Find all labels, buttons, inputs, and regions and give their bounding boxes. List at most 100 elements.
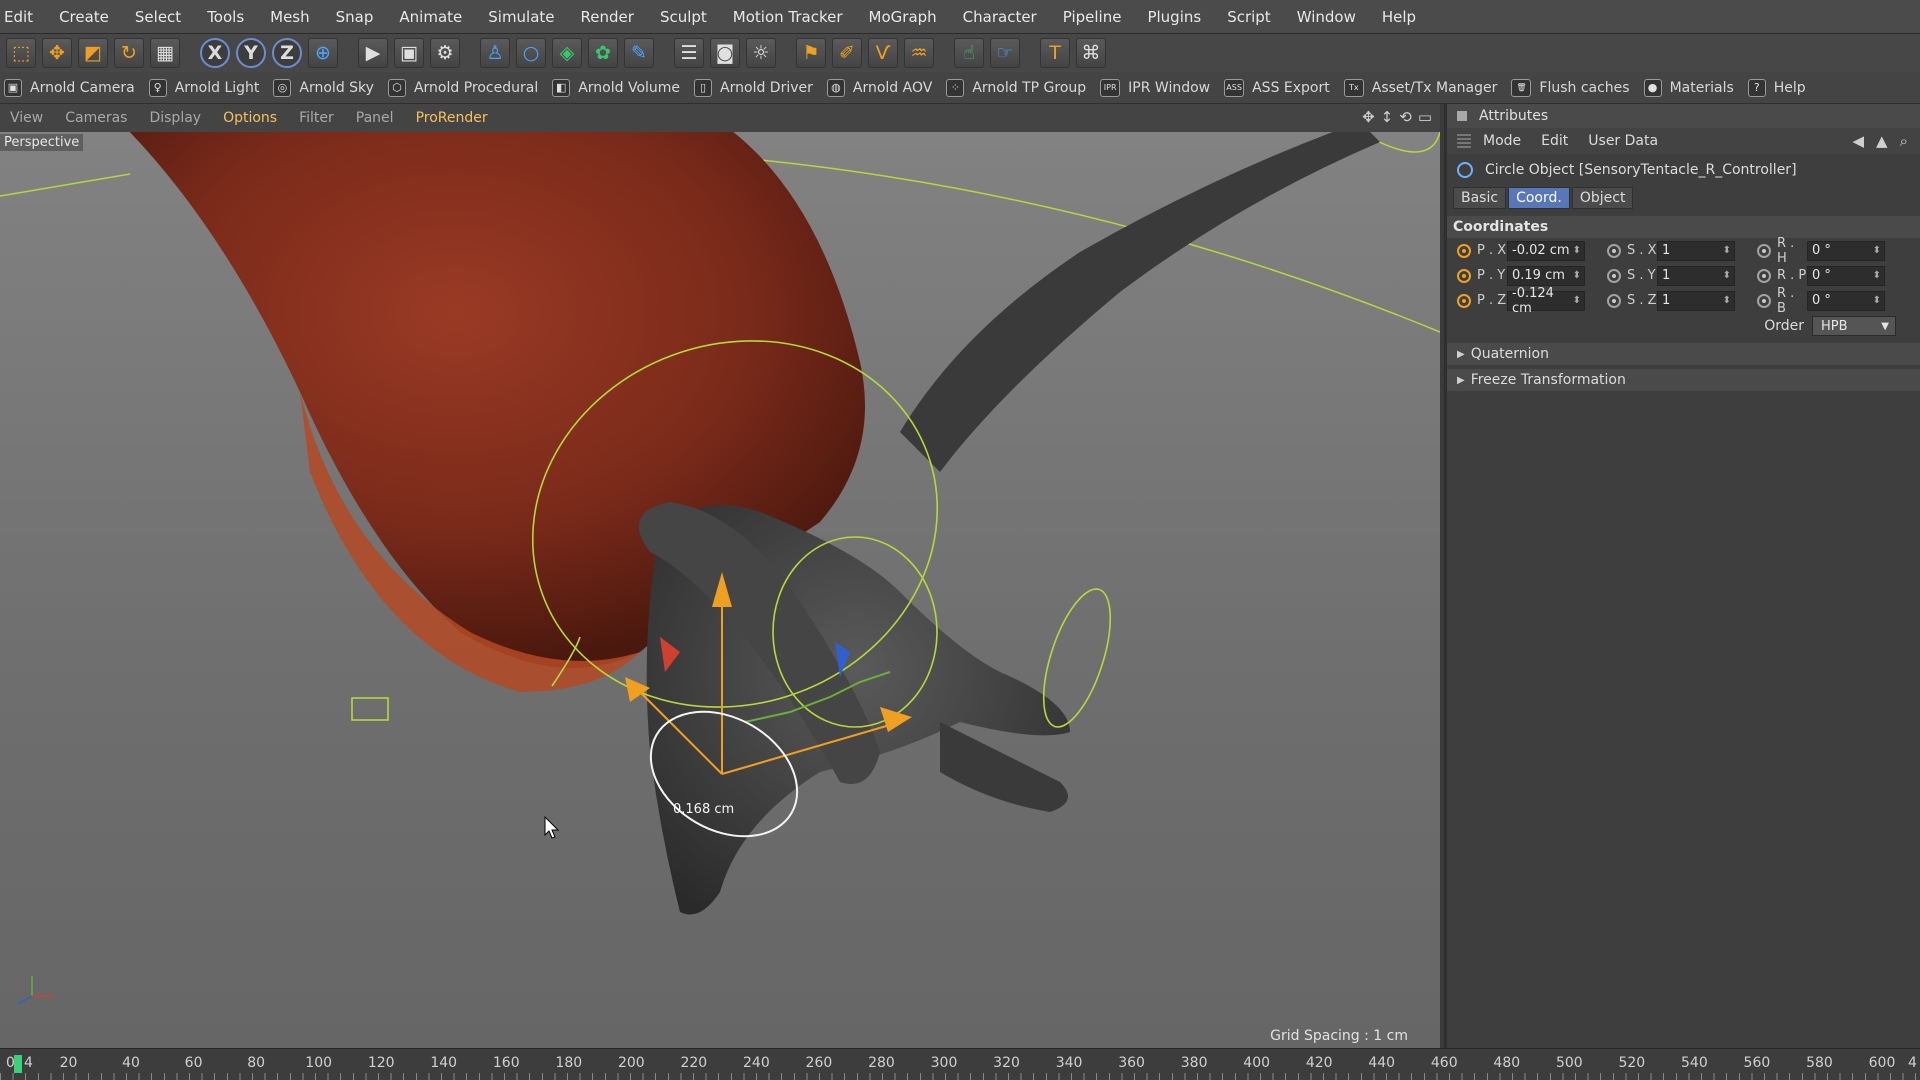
menu-pipeline[interactable]: Pipeline [1063,8,1122,26]
animate-radio-icon[interactable] [1457,293,1471,308]
arnold-item-arnold-procedural[interactable]: ⬡ Arnold Procedural [387,78,538,97]
stepper-arrows-icon[interactable]: ⬍ [1723,295,1734,306]
arnold-item-arnold-sky[interactable]: ◎ Arnold Sky [273,78,374,97]
goz-icon[interactable]: ⌘ [1076,38,1106,68]
move-icon[interactable]: ✥ [42,38,72,68]
menu-script[interactable]: Script [1227,8,1271,26]
stepper-arrows-icon[interactable]: ⬍ [1723,245,1734,256]
animate-radio-icon[interactable] [1757,293,1771,308]
rotate-icon[interactable]: ↻ [114,38,144,68]
menu-sculpt[interactable]: Sculpt [660,8,707,26]
text-icon[interactable]: T [1040,38,1070,68]
rotation-field[interactable]: 0 ° ⬍ [1807,240,1885,261]
paint-icon[interactable]: Ѵ [868,38,898,68]
3d-viewport[interactable]: Perspective 0.168 cm Grid Spacing : 1 cm [0,132,1440,1048]
scale-icon[interactable]: ◩ [78,38,108,68]
viewport-menu-options[interactable]: Options [223,110,277,126]
recent-tools-icon[interactable]: ▦ [150,38,180,68]
viewport-menu-panel[interactable]: Panel [356,110,394,126]
deformer-icon[interactable]: ✿ [588,38,618,68]
section-freeze-transformation[interactable]: ▶ Freeze Transformation [1447,369,1920,391]
arnold-item-arnold-volume[interactable]: ◧ Arnold Volume [552,78,680,97]
rotation-field[interactable]: 0 ° ⬍ [1807,290,1885,311]
rotation-field[interactable]: 0 ° ⬍ [1807,265,1885,286]
animate-radio-icon[interactable] [1757,268,1771,283]
camera-icon[interactable]: ◙ [710,38,740,68]
menu-motion-tracker[interactable]: Motion Tracker [733,8,843,26]
menu-mesh[interactable]: Mesh [270,8,310,26]
world-coordinate-icon[interactable]: ⊕ [308,38,338,68]
null-object-icon[interactable]: ♙ [480,38,510,68]
render-picture-viewer-icon[interactable]: ▣ [394,38,424,68]
stepper-arrows-icon[interactable]: ⬍ [1573,245,1584,256]
menu-select[interactable]: Select [135,8,181,26]
menu-render[interactable]: Render [581,8,634,26]
stepper-arrows-icon[interactable]: ⬍ [1873,270,1884,281]
scale-field[interactable]: 1 ⬍ [1657,240,1735,261]
arnold-item-help[interactable]: ? Help [1747,78,1806,97]
orbit-icon[interactable]: ⟲ [1399,108,1412,126]
viewport-menu-display[interactable]: Display [149,110,201,126]
tab-object[interactable]: Object [1571,187,1634,209]
attr-menu-user-data[interactable]: User Data [1588,133,1658,149]
scale-field[interactable]: 1 ⬍ [1657,290,1735,311]
light-icon[interactable]: ☼ [746,38,776,68]
arnold-item-ass-export[interactable]: ASS ASS Export [1224,78,1330,97]
character-icon[interactable]: ☝ [954,38,984,68]
attr-menu-mode[interactable]: Mode [1483,133,1521,149]
viewport-menu-cameras[interactable]: Cameras [65,110,127,126]
pan-icon[interactable]: ✥ [1362,108,1375,126]
search-icon[interactable]: ⌕ [1900,132,1908,150]
sculpt-brush-icon[interactable]: ✐ [832,38,862,68]
tag-icon[interactable]: ⚑ [796,38,826,68]
scale-field[interactable]: 1 ⬍ [1657,265,1735,286]
back-arrow-icon[interactable]: ◀ [1853,132,1865,150]
spline-icon[interactable]: ✎ [624,38,654,68]
edit-render-settings-icon[interactable]: ⚙ [430,38,460,68]
menu-tools[interactable]: Tools [207,8,244,26]
position-field[interactable]: -0.124 cm ⬍ [1507,286,1585,316]
grip-icon[interactable] [1457,134,1471,148]
menu-help[interactable]: Help [1382,8,1416,26]
current-frame-marker[interactable] [14,1055,22,1073]
viewport-menu-filter[interactable]: Filter [299,110,334,126]
tab-coord[interactable]: Coord. [1508,187,1570,209]
arnold-item-arnold-light[interactable]: ♀ Arnold Light [148,78,259,97]
tab-basic[interactable]: Basic [1453,187,1507,209]
arnold-item-arnold-camera[interactable]: ▣ Arnold Camera [4,78,135,97]
arnold-item-arnold-driver[interactable]: ▯ Arnold Driver [694,78,813,97]
menu-edit[interactable]: Edit [4,8,33,26]
arnold-item-flush-caches[interactable]: 🗑 Flush caches [1511,78,1630,97]
up-arrow-icon[interactable]: ▲ [1876,132,1888,150]
live-selection-icon[interactable]: ⬚ [6,38,36,68]
x-axis-icon[interactable]: X [200,38,230,68]
timeline-ruler[interactable]: 0 20 40 60 80 100 120 140 160 180 200 220 240 260 280 3… [0,1048,1920,1080]
attr-menu-edit[interactable]: Edit [1541,133,1568,149]
arnold-item-asset-tx-manager[interactable]: Tx Asset/Tx Manager [1343,78,1497,97]
character-pose-icon[interactable]: ☞ [990,38,1020,68]
arnold-item-arnold-tp-group[interactable]: ⁘ Arnold TP Group [946,78,1086,97]
y-axis-icon[interactable]: Y [236,38,266,68]
animate-radio-icon[interactable] [1607,243,1621,258]
arnold-item-arnold-aov[interactable]: ◍ Arnold AOV [826,78,932,97]
menu-window[interactable]: Window [1297,8,1356,26]
animate-radio-icon[interactable] [1757,243,1771,258]
arnold-item-ipr-window[interactable]: IPR IPR Window [1100,78,1210,97]
animate-radio-icon[interactable] [1457,268,1471,283]
menu-simulate[interactable]: Simulate [488,8,554,26]
position-field[interactable]: 0.19 cm ⬍ [1507,265,1585,286]
render-view-icon[interactable]: ▶ [358,38,388,68]
menu-snap[interactable]: Snap [336,8,374,26]
primitive-icon[interactable]: ○ [516,38,546,68]
stepper-arrows-icon[interactable]: ⬍ [1873,245,1884,256]
section-quaternion[interactable]: ▶ Quaternion [1447,343,1920,365]
stepper-arrows-icon[interactable]: ⬍ [1723,270,1734,281]
generator-icon[interactable]: ◈ [552,38,582,68]
menu-animate[interactable]: Animate [399,8,462,26]
stepper-arrows-icon[interactable]: ⬍ [1573,270,1584,281]
environment-icon[interactable]: ☰ [674,38,704,68]
z-axis-icon[interactable]: Z [272,38,302,68]
order-select[interactable]: HPB ▼ [1812,316,1896,336]
animate-radio-icon[interactable] [1607,268,1621,283]
stepper-arrows-icon[interactable]: ⬍ [1873,295,1884,306]
